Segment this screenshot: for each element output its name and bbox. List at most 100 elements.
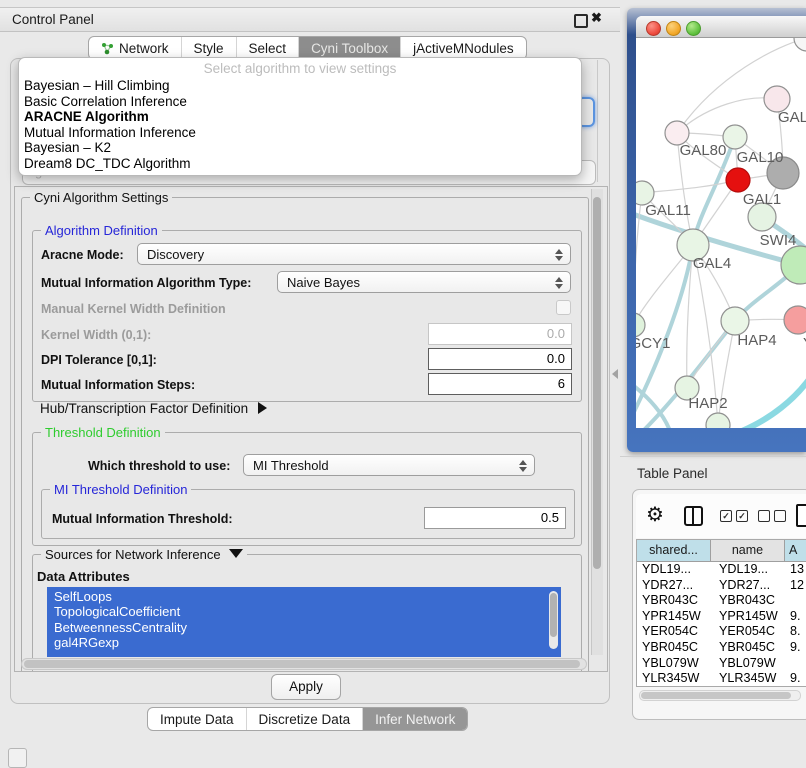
svg-text:HAP2: HAP2 bbox=[688, 395, 727, 412]
group-title: Threshold Definition bbox=[41, 425, 165, 440]
tab-discretize-data[interactable]: Discretize Data bbox=[246, 708, 363, 730]
which-threshold-combobox[interactable]: MI Threshold bbox=[243, 454, 535, 476]
aracne-mode-label: Aracne Mode: bbox=[41, 248, 124, 262]
hub-definition-expander[interactable]: Hub/Transcription Factor Definition bbox=[40, 401, 267, 416]
column-header[interactable]: name bbox=[711, 540, 785, 561]
settings-vertical-scrollbar[interactable] bbox=[591, 189, 603, 655]
list-item[interactable]: gal4RGexp bbox=[54, 635, 561, 650]
cyni-bottom-tabbar: Impute Data Discretize Data Infer Networ… bbox=[147, 707, 468, 731]
tab-select[interactable]: Select bbox=[236, 37, 299, 59]
mi-steps-label: Mutual Information Steps: bbox=[41, 378, 195, 392]
table-row[interactable]: YBL079WYBL079W bbox=[637, 656, 806, 672]
svg-text:HAP4: HAP4 bbox=[737, 332, 776, 349]
node-salmon[interactable] bbox=[784, 306, 806, 334]
expand-right-icon bbox=[258, 402, 267, 414]
table-row[interactable]: YDL19...YDL19...13 bbox=[637, 562, 806, 578]
column-browser-icon[interactable] bbox=[684, 506, 703, 526]
node-hap4[interactable] bbox=[721, 307, 749, 335]
panel-border-fragment bbox=[597, 60, 598, 182]
mi-threshold-group: MI Threshold Definition Mutual Informati… bbox=[41, 489, 575, 539]
tab-cyni-toolbox[interactable]: Cyni Toolbox bbox=[298, 37, 400, 59]
svg-text:GAL11: GAL11 bbox=[645, 202, 691, 219]
export-table-icon[interactable] bbox=[796, 504, 806, 527]
which-threshold-label: Which threshold to use: bbox=[88, 459, 230, 473]
network-icon bbox=[101, 42, 114, 55]
group-title: MI Threshold Definition bbox=[50, 482, 191, 497]
list-vertical-scrollbar[interactable] bbox=[549, 591, 558, 649]
group-title: Algorithm Definition bbox=[41, 223, 162, 238]
network-canvas[interactable]: GAL GAL80 GAL10 GAL1 GAL11 SWI4 GAL4 GCY… bbox=[636, 38, 806, 428]
node-gal10[interactable] bbox=[723, 125, 747, 149]
list-item[interactable]: TopologicalCoefficient bbox=[54, 604, 561, 619]
tab-network[interactable]: Network bbox=[89, 37, 181, 59]
algorithm-definition-group: Algorithm Definition Aracne Mode: Discov… bbox=[32, 230, 582, 402]
sources-group: Sources for Network Inference Data Attri… bbox=[32, 554, 582, 672]
close-icon[interactable]: ✖ bbox=[591, 10, 602, 26]
mi-threshold-input[interactable]: 0.5 bbox=[424, 507, 566, 529]
list-item[interactable]: BetweennessCentrality bbox=[54, 620, 561, 635]
dropdown-item[interactable]: Mutual Information Inference bbox=[19, 125, 581, 141]
table-toolbar: ⚙ ✓✓ bbox=[636, 494, 806, 538]
minimized-panel-button[interactable] bbox=[8, 748, 27, 768]
mac-minimize-icon[interactable] bbox=[666, 21, 681, 36]
aracne-mode-combobox[interactable]: Discovery bbox=[137, 243, 571, 265]
cyni-settings-scrollpane: Cyni Algorithm Settings Algorithm Defini… bbox=[14, 186, 608, 672]
mi-algorithm-type-combobox[interactable]: Naive Bayes bbox=[277, 271, 571, 293]
mi-algorithm-type-label: Mutual Information Algorithm Type: bbox=[41, 276, 251, 290]
threshold-definition-group: Threshold Definition Which threshold to … bbox=[32, 432, 582, 546]
combo-arrows-icon bbox=[555, 276, 563, 290]
sources-title[interactable]: Sources for Network Inference bbox=[41, 547, 247, 562]
table-row[interactable]: YBR045CYBR045C9. bbox=[637, 640, 806, 656]
table-row[interactable]: YPR145WYPR145W9. bbox=[637, 609, 806, 625]
dropdown-item-selected[interactable]: ARACNE Algorithm bbox=[19, 109, 581, 125]
mac-close-icon[interactable] bbox=[646, 21, 661, 36]
select-all-icon[interactable]: ✓✓ bbox=[720, 510, 748, 522]
combo-arrows-icon bbox=[555, 248, 563, 262]
node-table[interactable]: shared... name A YDL19...YDL19...13 YDR2… bbox=[636, 539, 806, 687]
manual-kernel-width-label: Manual Kernel Width Definition bbox=[41, 302, 226, 316]
mi-steps-input[interactable]: 6 bbox=[428, 373, 572, 395]
table-row[interactable]: YER054CYER054C8. bbox=[637, 624, 806, 640]
table-header-row: shared... name A bbox=[637, 540, 806, 562]
svg-text:GAL4: GAL4 bbox=[693, 255, 731, 272]
table-row[interactable]: YLR345WYLR345W9. bbox=[637, 671, 806, 687]
dpi-tolerance-input[interactable]: 0.0 bbox=[428, 348, 572, 370]
float-panel-icon[interactable] bbox=[574, 14, 588, 28]
mac-zoom-icon[interactable] bbox=[686, 21, 701, 36]
gear-icon[interactable]: ⚙ bbox=[646, 502, 664, 527]
dropdown-item[interactable]: Dream8 DC_TDC Algorithm bbox=[19, 156, 581, 172]
deselect-all-icon[interactable] bbox=[758, 510, 786, 522]
dropdown-item[interactable]: Basic Correlation Inference bbox=[19, 94, 581, 110]
dropdown-item[interactable]: Bayesian – Hill Climbing bbox=[19, 78, 581, 94]
network-window-titlebar[interactable] bbox=[636, 16, 806, 38]
kernel-width-label: Kernel Width (0,1): bbox=[41, 328, 151, 342]
apply-button[interactable]: Apply bbox=[271, 674, 341, 700]
tab-jactivemnodules[interactable]: jActiveMNodules bbox=[400, 37, 526, 59]
data-attributes-list[interactable]: SelfLoops TopologicalCoefficient Between… bbox=[47, 587, 561, 657]
table-panel-divider bbox=[620, 456, 806, 457]
column-header[interactable]: A bbox=[785, 540, 806, 561]
table-horizontal-scrollbar[interactable] bbox=[639, 690, 801, 701]
column-header[interactable]: shared... bbox=[637, 540, 711, 561]
settings-horizontal-scrollbar[interactable] bbox=[21, 658, 587, 670]
table-row[interactable]: YDR27...YDR27...12 bbox=[637, 578, 806, 594]
manual-kernel-width-checkbox[interactable] bbox=[556, 300, 571, 315]
control-panel-title: Control Panel bbox=[12, 12, 94, 27]
group-title: Cyni Algorithm Settings bbox=[30, 190, 172, 205]
panel-divider-handle[interactable] bbox=[612, 369, 618, 379]
table-panel: ⚙ ✓✓ shared... name A YDL19...YDL19...13… bbox=[632, 489, 806, 720]
svg-text:GAL10: GAL10 bbox=[737, 149, 784, 166]
node-gal1-red[interactable] bbox=[726, 168, 750, 192]
dropdown-item[interactable]: Bayesian – K2 bbox=[19, 140, 581, 156]
tab-impute-data[interactable]: Impute Data bbox=[148, 708, 246, 730]
svg-text:GAL80: GAL80 bbox=[680, 142, 727, 159]
cyni-algorithm-settings-group: Cyni Algorithm Settings Algorithm Defini… bbox=[21, 197, 589, 672]
tab-label: Network bbox=[119, 41, 169, 56]
svg-text:GAL1: GAL1 bbox=[743, 191, 781, 208]
table-panel-title: Table Panel bbox=[637, 466, 708, 481]
list-item[interactable]: SelfLoops bbox=[54, 589, 561, 604]
combo-arrows-icon bbox=[519, 459, 527, 473]
tab-infer-network[interactable]: Infer Network bbox=[362, 708, 467, 730]
table-row[interactable]: YBR043CYBR043C bbox=[637, 593, 806, 609]
tab-style[interactable]: Style bbox=[181, 37, 236, 59]
